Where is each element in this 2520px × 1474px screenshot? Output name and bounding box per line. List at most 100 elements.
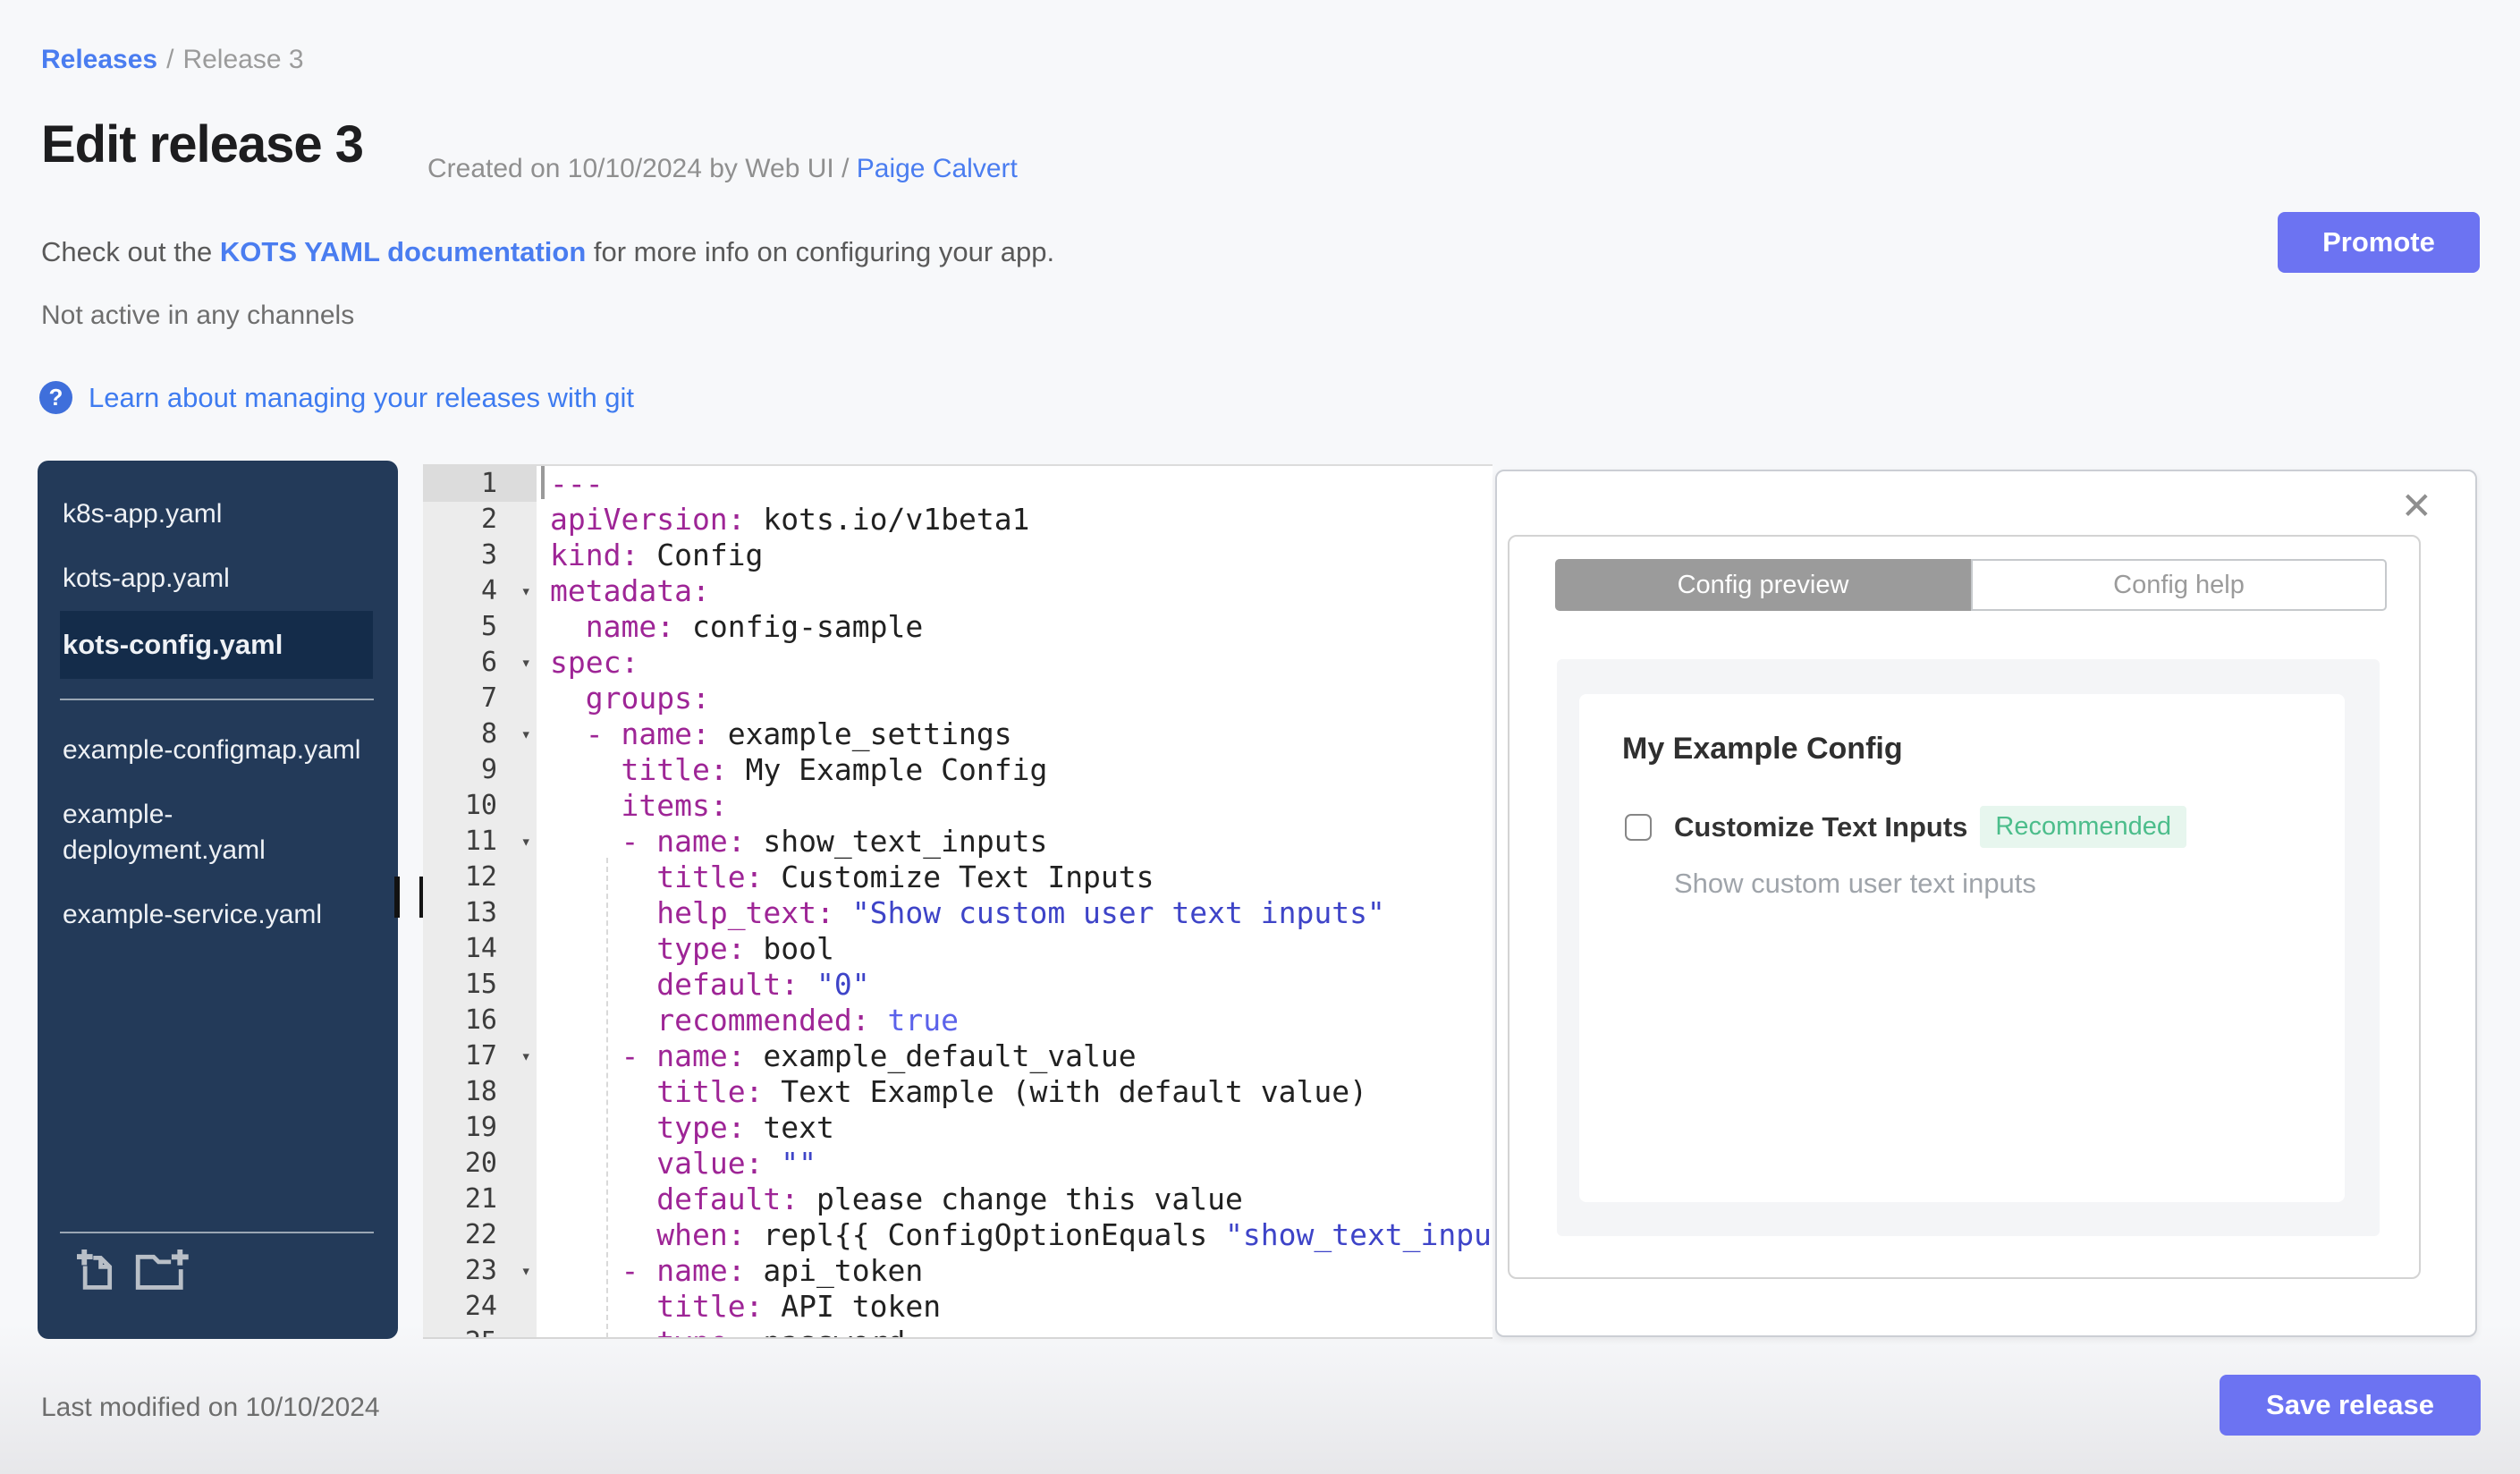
close-icon[interactable]: ✕ [2401,484,2432,528]
code-line[interactable]: type: password [537,1325,1493,1337]
preview-inner-card: Config preview Config help My Example Con… [1508,535,2421,1279]
code-line[interactable]: value: "" [537,1146,1493,1182]
code-line[interactable]: - name: example_default_value [537,1038,1493,1074]
gutter-line: 24 [423,1289,537,1325]
code-line[interactable]: - name: example_settings [537,716,1493,752]
fold-arrow-icon[interactable]: ▾ [521,824,531,860]
indent-guide [606,858,608,1338]
created-line: Created on 10/10/2024 by Web UI / Paige … [427,154,1018,184]
fold-arrow-icon[interactable]: ▾ [521,1038,531,1074]
breadcrumb-separator: / [166,45,174,74]
code-line[interactable]: title: API token [537,1289,1493,1325]
code-line[interactable]: - name: show_text_inputs [537,824,1493,860]
code-line[interactable]: type: bool [537,931,1493,967]
kots-yaml-doc-link[interactable]: KOTS YAML documentation [220,236,586,267]
fold-arrow-icon[interactable]: ▾ [521,645,531,681]
config-group-title: My Example Config [1622,732,1903,766]
code-line[interactable]: type: text [537,1110,1493,1146]
sidebar-editor-resize-handle[interactable] [394,877,425,918]
config-item-help-text: Show custom user text inputs [1674,868,2036,899]
code-line[interactable]: metadata: [537,573,1493,609]
gutter-line: 8 ▾ [423,716,537,752]
code-line[interactable]: items: [537,788,1493,824]
gutter-line: 19 [423,1110,537,1146]
channel-status: Not active in any channels [41,301,355,330]
config-group-card: My Example Config Customize Text Inputs … [1579,694,2345,1202]
gutter-line: 1 [423,466,537,502]
last-modified-text: Last modified on 10/10/2024 [41,1393,380,1422]
tab-config-help[interactable]: Config help [1971,559,2387,611]
file-list-main: k8s-app.yaml kots-app.yaml kots-config.yam… [38,461,398,679]
text-cursor [541,466,545,499]
file-item[interactable]: example-deployment.yaml [38,783,398,883]
fold-arrow-icon[interactable]: ▾ [521,1253,531,1289]
code-line[interactable]: help_text: "Show custom user text inputs… [537,895,1493,931]
gutter-line: 21 [423,1182,537,1217]
fold-arrow-icon[interactable]: ▾ [521,716,531,752]
gutter-line: 2 [423,502,537,538]
file-item[interactable]: kots-app.yaml [38,546,398,611]
gutter-line: 5 [423,609,537,645]
gutter-line: 18 [423,1074,537,1110]
customize-text-inputs-checkbox[interactable] [1625,813,1652,841]
config-item-label: Customize Text Inputs [1674,810,1968,843]
fold-arrow-icon[interactable]: ▾ [521,573,531,609]
config-render-area: My Example Config Customize Text Inputs … [1557,659,2380,1236]
gutter-line: 23 ▾ [423,1253,537,1289]
config-preview-panel: ✕ Config preview Config help My Example C… [1495,470,2477,1337]
save-release-button[interactable]: Save release [2220,1375,2481,1436]
new-folder-icon[interactable] [134,1250,190,1292]
doc-before: Check out the [41,236,220,267]
code-line[interactable]: name: config-sample [537,609,1493,645]
gutter-line: 3 [423,538,537,573]
file-item[interactable]: kots-config.yaml [60,611,373,679]
gutter-line: 12 [423,860,537,895]
code-line[interactable]: title: Customize Text Inputs [537,860,1493,895]
recommended-badge: Recommended [1980,806,2187,848]
file-tree-sidebar: k8s-app.yaml kots-app.yaml kots-config.yam… [38,461,398,1339]
code-line[interactable]: --- [537,466,1493,502]
code-line[interactable]: apiVersion: kots.io/v1beta1 [537,502,1493,538]
code-line[interactable]: title: Text Example (with default value) [537,1074,1493,1110]
gutter-line: 17 ▾ [423,1038,537,1074]
code-line[interactable]: default: please change this value [537,1182,1493,1217]
gutter-line: 9 [423,752,537,788]
gutter-line: 6 ▾ [423,645,537,681]
breadcrumb: Releases / Release 3 [41,45,304,75]
code-line[interactable]: kind: Config [537,538,1493,573]
doc-after: for more info on configuring your app. [586,236,1055,267]
file-item[interactable]: example-service.yaml [38,883,398,947]
file-item[interactable]: k8s-app.yaml [38,482,398,546]
new-file-icon[interactable] [77,1250,116,1292]
question-icon: ? [39,381,72,414]
code-line[interactable]: default: "0" [537,967,1493,1003]
breadcrumb-releases-link[interactable]: Releases [41,45,157,74]
code-line[interactable]: when: repl{{ ConfigOptionEquals "show_te… [537,1217,1493,1253]
config-item-row: Customize Text Inputs Recommended [1622,806,2302,848]
code-line[interactable]: recommended: true [537,1003,1493,1038]
code-line[interactable]: title: My Example Config [537,752,1493,788]
gutter-line: 20 [423,1146,537,1182]
yaml-code-editor[interactable]: 1 --- 2 apiVersion: kots.io/v1beta1 3 kind: C… [423,464,1493,1339]
promote-button[interactable]: Promote [2278,212,2480,273]
created-text: Created on 10/10/2024 by Web UI / [427,154,857,183]
gutter-line: 11 ▾ [423,824,537,860]
breadcrumb-current: Release 3 [182,45,304,74]
file-list-examples: example-configmap.yaml example-deployment… [38,700,398,947]
gutter-line: 10 [423,788,537,824]
sidebar-actions [38,1232,398,1339]
preview-tab-row: Config preview Config help [1555,559,2387,611]
code-line[interactable]: groups: [537,681,1493,716]
tab-config-preview[interactable]: Config preview [1555,559,1971,611]
gutter-line: 14 [423,931,537,967]
gutter-line: 16 [423,1003,537,1038]
gutter-line: 13 [423,895,537,931]
code-grid: 1 --- 2 apiVersion: kots.io/v1beta1 3 kind: C… [423,466,1493,1337]
code-line[interactable]: spec: [537,645,1493,681]
gutter-line: 4 ▾ [423,573,537,609]
code-line[interactable]: - name: api_token [537,1253,1493,1289]
git-help-row[interactable]: ? Learn about managing your releases wit… [39,381,634,414]
author-link[interactable]: Paige Calvert [857,154,1018,183]
file-item[interactable]: example-configmap.yaml [38,718,398,783]
git-releases-link[interactable]: Learn about managing your releases with … [89,382,634,414]
